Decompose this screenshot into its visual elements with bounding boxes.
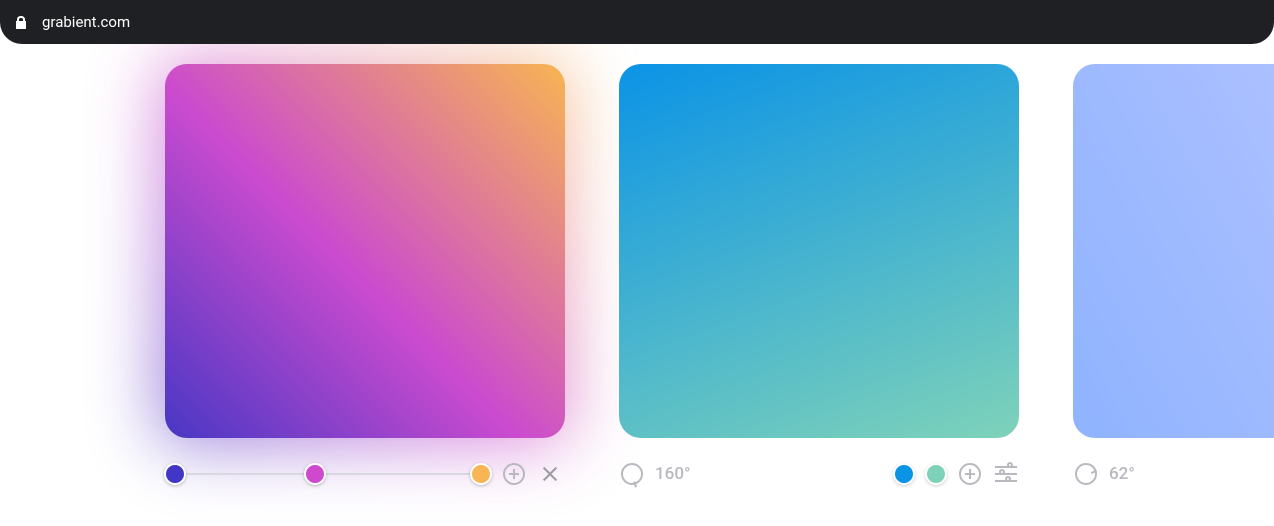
lock-icon [14,15,28,30]
plus-circle-icon [503,463,525,485]
gradient-controls: 62° [1073,438,1274,492]
gradient-gallery: 160° 62° [0,44,1274,492]
color-stop-handle[interactable] [304,463,326,485]
sliders-icon [995,465,1017,483]
gradient-swatch[interactable] [165,64,565,438]
url-text: grabient.com [42,13,130,31]
add-color-stop-button[interactable] [501,461,527,487]
color-stop-handle[interactable] [470,463,492,485]
gradient-card [165,64,565,492]
gradient-card: 160° [619,64,1019,492]
gradient-stop-slider[interactable] [165,462,491,486]
gradient-controls: 160° [619,438,1019,492]
add-color-button[interactable] [957,461,983,487]
gradient-controls [165,438,565,492]
color-swatch-button[interactable] [893,463,915,485]
gradient-swatch[interactable] [619,64,1019,438]
plus-circle-icon [959,463,981,485]
angle-value: 62° [1109,464,1135,484]
color-swatch-button[interactable] [925,463,947,485]
color-stop-handle[interactable] [164,463,186,485]
angle-icon [1075,463,1097,485]
gradient-swatch[interactable] [1073,64,1274,438]
browser-address-bar[interactable]: grabient.com [0,0,1274,44]
close-editor-button[interactable] [537,461,563,487]
angle-icon [621,463,643,485]
close-icon [540,464,560,484]
gradient-card: 62° [1073,64,1274,492]
angle-value: 160° [655,464,691,484]
slider-track [175,473,481,475]
edit-stops-button[interactable] [993,461,1019,487]
angle-button[interactable] [619,461,645,487]
angle-button[interactable] [1073,461,1099,487]
